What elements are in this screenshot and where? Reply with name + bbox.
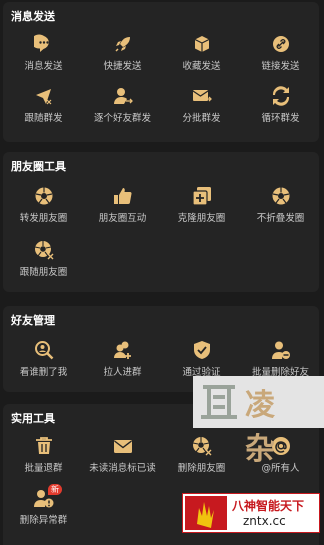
tools-page: 消息发送 消息发送 快捷发送 收藏发送 链接发送 跟随群发 逐个好友群发 分批群…: [0, 0, 324, 545]
remove-user-icon: [271, 341, 290, 359]
item-label: 消息发送: [24, 61, 63, 72]
item-pull-into-group[interactable]: 拉人进群: [83, 340, 162, 382]
watermark-url: zntx.cc: [243, 514, 286, 528]
item-label: 快捷发送: [103, 61, 142, 72]
item-favorite-send[interactable]: 收藏发送: [162, 34, 241, 76]
item-each-friend-send[interactable]: 逐个好友群发: [83, 86, 162, 128]
item-label: 链接发送: [261, 61, 300, 72]
loop-icon: [272, 86, 289, 106]
item-clone-moments[interactable]: 克隆朋友圈: [162, 186, 241, 228]
send-follow-icon: [35, 89, 51, 105]
envelope-icon: [113, 440, 132, 453]
item-label: 看谁删了我: [19, 367, 68, 378]
item-delete-moments[interactable]: 删除朋友圈: [162, 436, 241, 478]
aperture-icon: [272, 187, 289, 205]
watermark-text: 凌 杂: [245, 388, 281, 467]
watermark-hand-logo-icon: [185, 496, 227, 530]
item-moments-interact[interactable]: 朋友圈互动: [83, 186, 162, 228]
item-label: 转发朋友圈: [19, 213, 68, 224]
section-title: 实用工具: [11, 412, 55, 425]
item-mark-read[interactable]: 未读消息标已读: [83, 436, 162, 478]
item-link-send[interactable]: 链接发送: [241, 34, 320, 76]
item-label: 删除异常群: [19, 515, 68, 526]
item-batch-send[interactable]: 分批群发: [162, 86, 241, 128]
item-label: 跟随群发: [24, 113, 63, 124]
item-quick-send[interactable]: 快捷发送: [83, 34, 162, 76]
watermark-logo-icon: [201, 385, 237, 419]
thumbs-up-icon: [113, 188, 132, 204]
item-follow-moments[interactable]: 跟随朋友圈: [4, 240, 83, 282]
aperture-delete-icon: [192, 437, 211, 456]
item-label: 循环群发: [261, 113, 300, 124]
item-unfolded-post[interactable]: 不折叠发圈: [241, 186, 320, 228]
item-delete-abnormal-groups[interactable]: 新 删除异常群: [4, 484, 83, 530]
item-label: 收藏发送: [182, 61, 221, 72]
section-title: 消息发送: [11, 10, 55, 23]
box-icon: [194, 36, 209, 52]
item-follow-send[interactable]: 跟随群发: [4, 86, 83, 128]
item-label: 逐个好友群发: [93, 113, 151, 124]
item-who-deleted-me[interactable]: 看谁删了我: [4, 340, 83, 382]
shield-check-icon: [193, 341, 210, 359]
link-icon: [272, 36, 289, 52]
item-label: 删除朋友圈: [177, 463, 226, 474]
watermark-brand: 八神智能天下: [232, 499, 305, 513]
item-label: 朋友圈互动: [98, 213, 147, 224]
section-moments-tools: 朋友圈工具 转发朋友圈 朋友圈互动 克隆朋友圈 不折叠发圈 跟随朋友圈: [3, 152, 319, 292]
item-forward-moments[interactable]: 转发朋友圈: [4, 186, 83, 228]
add-group-icon: [113, 341, 131, 359]
aperture-follow-icon: [34, 241, 53, 260]
aperture-icon: [35, 187, 52, 205]
item-label: 拉人进群: [103, 367, 142, 378]
rocket-icon: [114, 37, 130, 52]
new-badge: 新: [48, 484, 62, 495]
mail-batch-icon: [192, 90, 212, 102]
item-message-send[interactable]: 消息发送: [4, 34, 83, 76]
section-message-send: 消息发送 消息发送 快捷发送 收藏发送 链接发送 跟随群发 逐个好友群发 分批群…: [3, 2, 319, 142]
section-title: 朋友圈工具: [11, 160, 66, 173]
watermark-bottom: 八神智能天下 zntx.cc: [182, 493, 320, 533]
trash-icon: [35, 437, 52, 454]
item-label: 批量退群: [24, 463, 63, 474]
user-send-icon: [113, 88, 133, 104]
watermark-top: 凌 杂: [193, 376, 324, 467]
clone-icon: [191, 187, 211, 206]
item-label: 分批群发: [182, 113, 221, 124]
item-label: 不折叠发圈: [256, 213, 305, 224]
item-batch-leave-groups[interactable]: 批量退群: [4, 436, 83, 478]
search-user-icon: [34, 341, 53, 360]
item-loop-send[interactable]: 循环群发: [241, 86, 320, 128]
item-label: 克隆朋友圈: [177, 213, 226, 224]
section-title: 好友管理: [11, 314, 55, 327]
item-label: 跟随朋友圈: [19, 267, 68, 278]
chat-icon: [33, 34, 49, 52]
item-label: 未读消息标已读: [89, 463, 156, 474]
